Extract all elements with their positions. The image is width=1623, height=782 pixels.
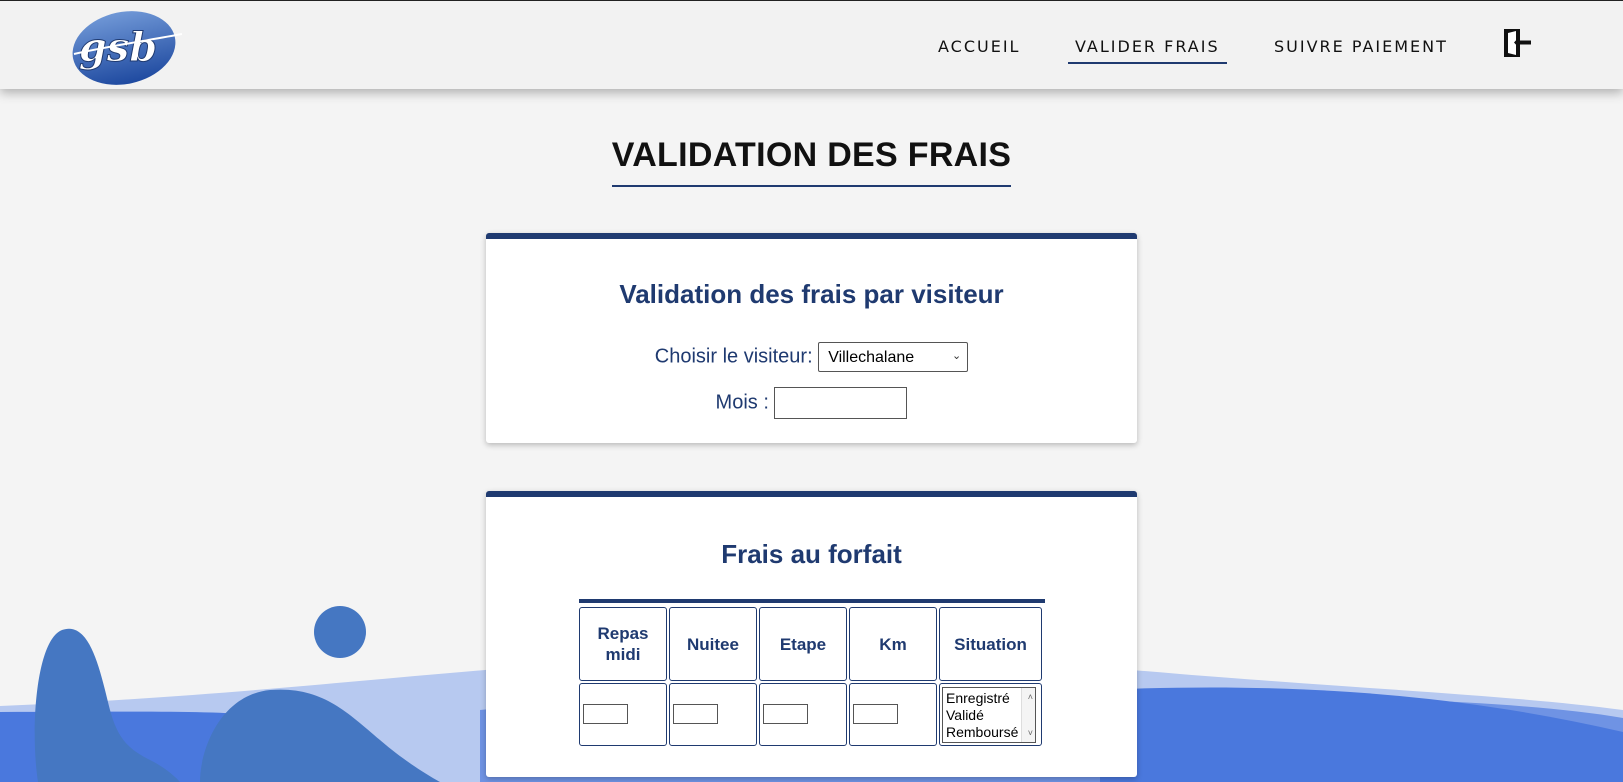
chevron-down-icon[interactable]: ˅ bbox=[1028, 725, 1033, 742]
gsb-logo[interactable]: gsb bbox=[70, 6, 182, 86]
visitor-card-title: Validation des frais par visiteur bbox=[619, 279, 1004, 309]
km-input[interactable] bbox=[853, 704, 898, 724]
header-etape: Etape bbox=[759, 607, 847, 681]
repas-input[interactable] bbox=[583, 704, 628, 724]
month-label: Mois : bbox=[715, 391, 769, 414]
header-nuitee: Nuitee bbox=[669, 607, 757, 681]
visitor-row: Choisir le visiteur: Villechalane ⌄ bbox=[486, 342, 1137, 372]
month-input[interactable] bbox=[774, 387, 908, 419]
page-title: VALIDATION DES FRAIS bbox=[0, 136, 1623, 187]
nav-valider-frais[interactable]: VALIDER FRAIS bbox=[1068, 37, 1227, 64]
visitor-selection-card: Validation des frais par visiteur Choisi… bbox=[486, 233, 1137, 443]
table-top-border bbox=[579, 599, 1045, 603]
chevron-down-icon: ⌄ bbox=[951, 350, 962, 362]
month-row: Mois : bbox=[486, 387, 1137, 419]
nav-accueil[interactable]: ACCUEIL bbox=[938, 37, 1020, 56]
cell-repas bbox=[579, 683, 667, 746]
nuitee-input[interactable] bbox=[673, 704, 718, 724]
forfait-table: Repas midi Nuitee Etape Km Situation Enr… bbox=[579, 599, 1045, 746]
chevron-up-icon[interactable]: ˄ bbox=[1028, 689, 1033, 706]
logout-door-icon[interactable] bbox=[1502, 28, 1532, 58]
etape-input[interactable] bbox=[763, 704, 808, 724]
forfait-card-title: Frais au forfait bbox=[721, 539, 902, 569]
cell-situation: Enregistré Validé Remboursé ˄ ˅ bbox=[939, 683, 1042, 746]
visitor-label: Choisir le visiteur: bbox=[654, 345, 813, 368]
header-km: Km bbox=[849, 607, 937, 681]
situation-listbox[interactable]: Enregistré Validé Remboursé ˄ ˅ bbox=[942, 687, 1036, 743]
forfait-card: Frais au forfait Repas midi Nuitee Etape… bbox=[486, 491, 1137, 777]
svg-text:gsb: gsb bbox=[79, 24, 157, 71]
visitor-select-value: Villechalane bbox=[828, 349, 915, 366]
cell-etape bbox=[759, 683, 847, 746]
nav-suivre-paiement[interactable]: SUIVRE PAIEMENT bbox=[1274, 37, 1448, 56]
visitor-select[interactable]: Villechalane ⌄ bbox=[818, 342, 969, 372]
top-navbar: gsb ACCUEIL VALIDER FRAIS SUIVRE PAIEMEN… bbox=[0, 0, 1623, 89]
cell-nuitee bbox=[669, 683, 757, 746]
header-situation: Situation bbox=[939, 607, 1042, 681]
cell-km bbox=[849, 683, 937, 746]
page-title-text: VALIDATION DES FRAIS bbox=[611, 136, 1012, 187]
header-repas-midi: Repas midi bbox=[579, 607, 667, 681]
